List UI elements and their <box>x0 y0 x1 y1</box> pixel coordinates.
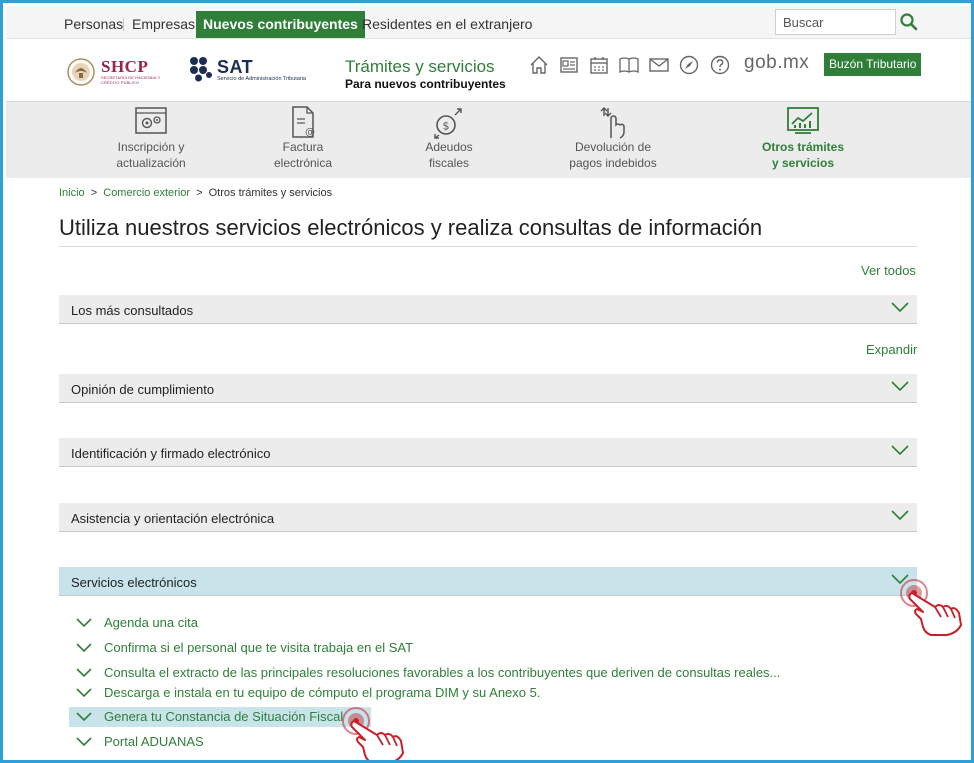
section-subtitle: Para nuevos contribuyentes <box>345 77 506 91</box>
service-label: Portal ADUANAS <box>104 734 204 749</box>
category-label-line2: pagos indebidos <box>569 156 657 170</box>
service-label: Descarga e instala en tu equipo de cómpu… <box>104 685 541 700</box>
settings-screen-icon <box>135 107 167 134</box>
tab-empresas[interactable]: Empresas <box>132 11 195 38</box>
nav-separator <box>123 18 124 31</box>
chevron-down-icon <box>76 668 92 678</box>
category-devolucion[interactable]: Devolución de pagos indebidos <box>550 105 676 171</box>
page-frame: Personas Empresas Nuevos contribuyentes … <box>0 0 974 763</box>
chevron-down-icon <box>76 618 92 628</box>
category-label-line2: electrónica <box>273 156 333 170</box>
category-label-line2: y servicios <box>771 156 835 170</box>
accordion-identificacion-firmado[interactable]: Identificación y firmado electrónico <box>59 438 917 467</box>
service-confirma-personal[interactable]: Confirma si el personal que te visita tr… <box>69 638 413 658</box>
service-label: Agenda una cita <box>104 615 198 630</box>
category-otros-tramites[interactable]: Otros trámites y servicios <box>740 105 866 171</box>
tab-residentes-extranjero[interactable]: Residentes en el extranjero <box>362 11 532 38</box>
accordion-label: Los más consultados <box>71 303 194 318</box>
buzon-tributario-button[interactable]: Buzón Tributario <box>824 53 922 76</box>
service-agenda-cita[interactable]: Agenda una cita <box>69 613 209 633</box>
chart-monitor-icon <box>787 107 819 134</box>
chevron-down-icon <box>891 381 909 392</box>
search-icon[interactable] <box>899 11 919 33</box>
breadcrumb-separator: > <box>90 187 98 199</box>
calendar-icon[interactable] <box>588 54 610 76</box>
ver-todos-link[interactable]: Ver todos <box>861 263 916 278</box>
section-title: Trámites y servicios <box>345 57 495 76</box>
book-icon[interactable] <box>618 54 640 76</box>
accordion-label: Opinión de cumplimiento <box>71 382 215 397</box>
category-adeudos[interactable]: $ Adeudos fiscales <box>386 105 512 171</box>
breadcrumb-inicio[interactable]: Inicio <box>59 187 85 199</box>
category-label-line1: Adeudos <box>425 140 473 154</box>
search-input[interactable] <box>775 9 896 35</box>
expandir-link[interactable]: Expandir <box>866 342 917 357</box>
service-label: Consulta el extracto de las principales … <box>104 665 781 680</box>
shcp-name: SHCP <box>101 57 149 76</box>
service-portal-aduanas[interactable]: Portal ADUANAS <box>69 732 229 752</box>
invoice-icon: @ <box>292 106 315 138</box>
accordion-label: Asistencia y orientación electrónica <box>71 511 275 526</box>
tab-personas[interactable]: Personas <box>64 11 123 38</box>
svg-text:@: @ <box>305 127 315 138</box>
chevron-down-icon <box>76 643 92 653</box>
service-label: Genera tu Constancia de Situación Fiscal <box>104 709 344 724</box>
chevron-down-icon <box>76 712 92 722</box>
accordion-label: Identificación y firmado electrónico <box>71 446 271 461</box>
shcp-logo[interactable]: SHCP SECRETARÍA DE HACIENDA Y CRÉDITO PÚ… <box>66 55 166 89</box>
home-icon[interactable] <box>528 54 550 76</box>
svg-text:$: $ <box>443 120 450 133</box>
breadcrumb-comercio-exterior[interactable]: Comercio exterior <box>103 187 190 199</box>
service-descarga-dim[interactable]: Descarga e instala en tu equipo de cómpu… <box>69 683 541 703</box>
hand-arrows-icon <box>600 107 625 139</box>
accordion-opinion-cumplimiento[interactable]: Opinión de cumplimiento <box>59 374 917 403</box>
breadcrumb-separator: > <box>196 187 203 199</box>
breadcrumb-current: Otros trámites y servicios <box>208 187 333 199</box>
category-bar: Inscripción y actualización @ Factura el… <box>6 101 971 178</box>
accordion-label: Servicios electrónicos <box>71 575 197 590</box>
accordion-asistencia-orientacion[interactable]: Asistencia y orientación electrónica <box>59 503 917 532</box>
title-divider <box>59 246 917 247</box>
category-label-line2: actualización <box>116 156 186 170</box>
chevron-down-icon <box>76 737 92 747</box>
category-label-line2: fiscales <box>428 156 469 170</box>
category-inscripcion[interactable]: Inscripción y actualización <box>88 105 214 171</box>
sat-subtitle: Servicio de Administración Tributaria <box>217 76 306 82</box>
tab-nuevos-contribuyentes[interactable]: Nuevos contribuyentes <box>196 11 365 38</box>
chevron-down-icon <box>76 688 92 698</box>
page-title: Utiliza nuestros servicios electrónicos … <box>59 215 763 240</box>
news-icon[interactable] <box>558 54 580 76</box>
shcp-subtitle: SECRETARÍA DE HACIENDA Y CRÉDITO PÚBLICO <box>101 75 161 85</box>
compass-icon[interactable] <box>678 54 700 76</box>
chevron-down-icon <box>891 510 909 521</box>
eagle-seal-icon <box>67 58 95 86</box>
category-label-line1: Otros trámites <box>761 140 845 154</box>
service-consulta-extracto[interactable]: Consulta el extracto de las principales … <box>69 663 780 683</box>
coin-arrows-icon: $ <box>434 108 462 139</box>
service-constancia-situacion-fiscal[interactable]: Genera tu Constancia de Situación Fiscal <box>69 707 371 727</box>
sat-dots-icon <box>190 57 212 82</box>
category-factura[interactable]: @ Factura electrónica <box>240 105 366 171</box>
sat-logo[interactable]: SAT Servicio de Administración Tributari… <box>189 55 329 87</box>
category-label-line1: Factura <box>282 140 324 154</box>
accordion-los-mas-consultados[interactable]: Los más consultados <box>59 295 917 324</box>
category-label-line1: Inscripción y <box>117 140 185 154</box>
gobmx-logo[interactable]: gob.mx <box>744 52 809 74</box>
category-label-line1: Devolución de <box>574 140 652 154</box>
mail-icon[interactable] <box>648 54 670 76</box>
top-nav: Personas Empresas Nuevos contribuyentes … <box>6 6 971 39</box>
accordion-servicios-electronicos[interactable]: Servicios electrónicos <box>59 567 917 596</box>
breadcrumb: Inicio > Comercio exterior > Otros trámi… <box>59 187 332 199</box>
chevron-down-icon <box>891 445 909 456</box>
help-icon[interactable] <box>709 54 731 76</box>
chevron-down-icon <box>891 574 909 585</box>
service-label: Confirma si el personal que te visita tr… <box>104 640 414 655</box>
site-header: SHCP SECRETARÍA DE HACIENDA Y CRÉDITO PÚ… <box>6 40 971 100</box>
chevron-down-icon <box>891 302 909 313</box>
sat-name: SAT <box>217 57 254 77</box>
